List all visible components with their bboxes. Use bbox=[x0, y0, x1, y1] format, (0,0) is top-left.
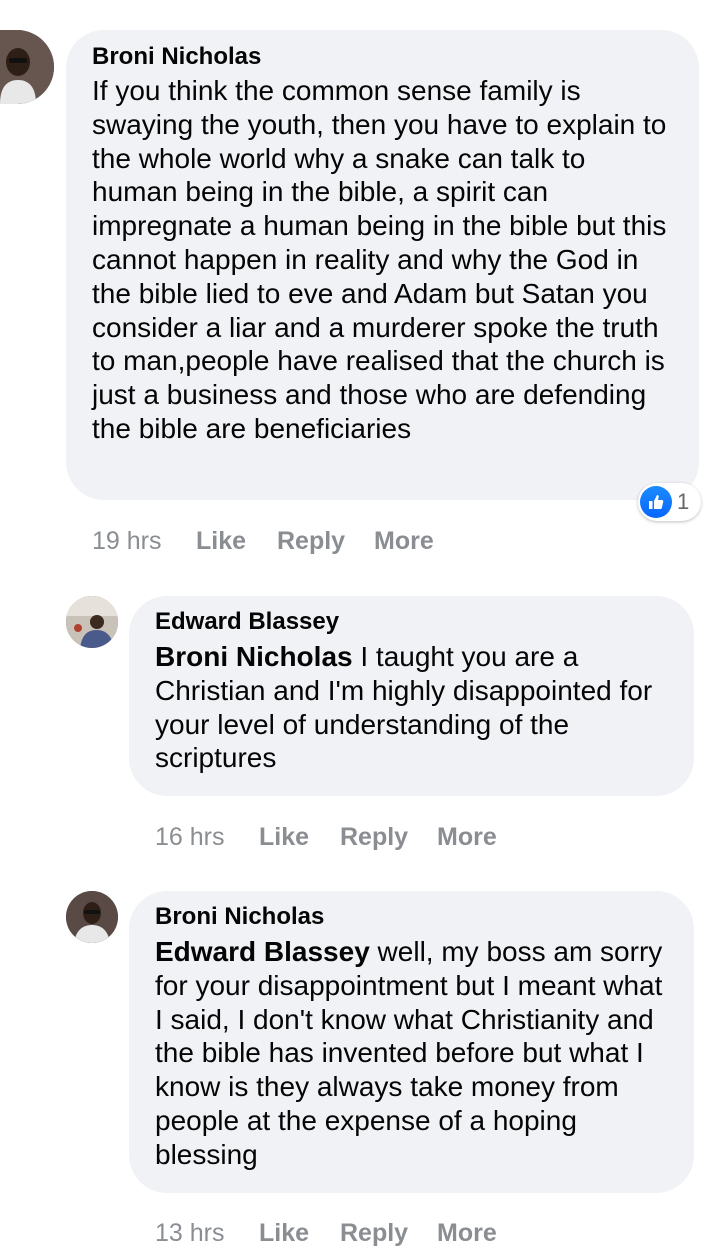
reply-button[interactable]: Reply bbox=[277, 527, 345, 556]
avatar[interactable] bbox=[66, 596, 118, 648]
comment-body: well, my boss am sorry for your disappoi… bbox=[155, 936, 663, 1170]
reply-bubble: Broni Nicholas Edward Blassey well, my b… bbox=[129, 891, 694, 1193]
more-button[interactable]: More bbox=[437, 1219, 497, 1248]
comment-text: If you think the common sense family is … bbox=[92, 75, 667, 444]
profile-photo bbox=[66, 891, 118, 943]
avatar[interactable] bbox=[66, 891, 118, 943]
comment-time[interactable]: 19 hrs bbox=[92, 527, 161, 556]
like-button[interactable]: Like bbox=[196, 527, 246, 556]
reply-button[interactable]: Reply bbox=[340, 823, 408, 852]
thumbs-up-icon bbox=[640, 486, 672, 518]
comment-time[interactable]: 16 hrs bbox=[155, 823, 224, 852]
comment-text: Edward Blassey well, my boss am sorry fo… bbox=[155, 935, 675, 1172]
like-button[interactable]: Like bbox=[259, 823, 309, 852]
comment-author[interactable]: Broni Nicholas bbox=[92, 42, 677, 72]
avatar[interactable] bbox=[0, 30, 54, 104]
more-button[interactable]: More bbox=[437, 823, 497, 852]
comment-author[interactable]: Broni Nicholas bbox=[155, 902, 672, 932]
reply-bubble: Edward Blassey Broni Nicholas I taught y… bbox=[129, 596, 694, 796]
profile-photo bbox=[0, 30, 54, 104]
comment-text: Broni Nicholas I taught you are a Christ… bbox=[155, 640, 675, 775]
like-button[interactable]: Like bbox=[259, 1219, 309, 1248]
mention-link[interactable]: Edward Blassey bbox=[155, 936, 370, 967]
mention-link[interactable]: Broni Nicholas bbox=[155, 641, 353, 672]
comment-bubble: Broni Nicholas If you think the common s… bbox=[66, 30, 699, 500]
more-button[interactable]: More bbox=[374, 527, 434, 556]
reply-button[interactable]: Reply bbox=[340, 1219, 408, 1248]
profile-photo bbox=[66, 596, 118, 648]
comment-time[interactable]: 13 hrs bbox=[155, 1219, 224, 1248]
reaction-count: 1 bbox=[677, 489, 690, 514]
comment-author[interactable]: Edward Blassey bbox=[155, 607, 672, 637]
reaction-summary[interactable]: 1 bbox=[638, 483, 701, 521]
